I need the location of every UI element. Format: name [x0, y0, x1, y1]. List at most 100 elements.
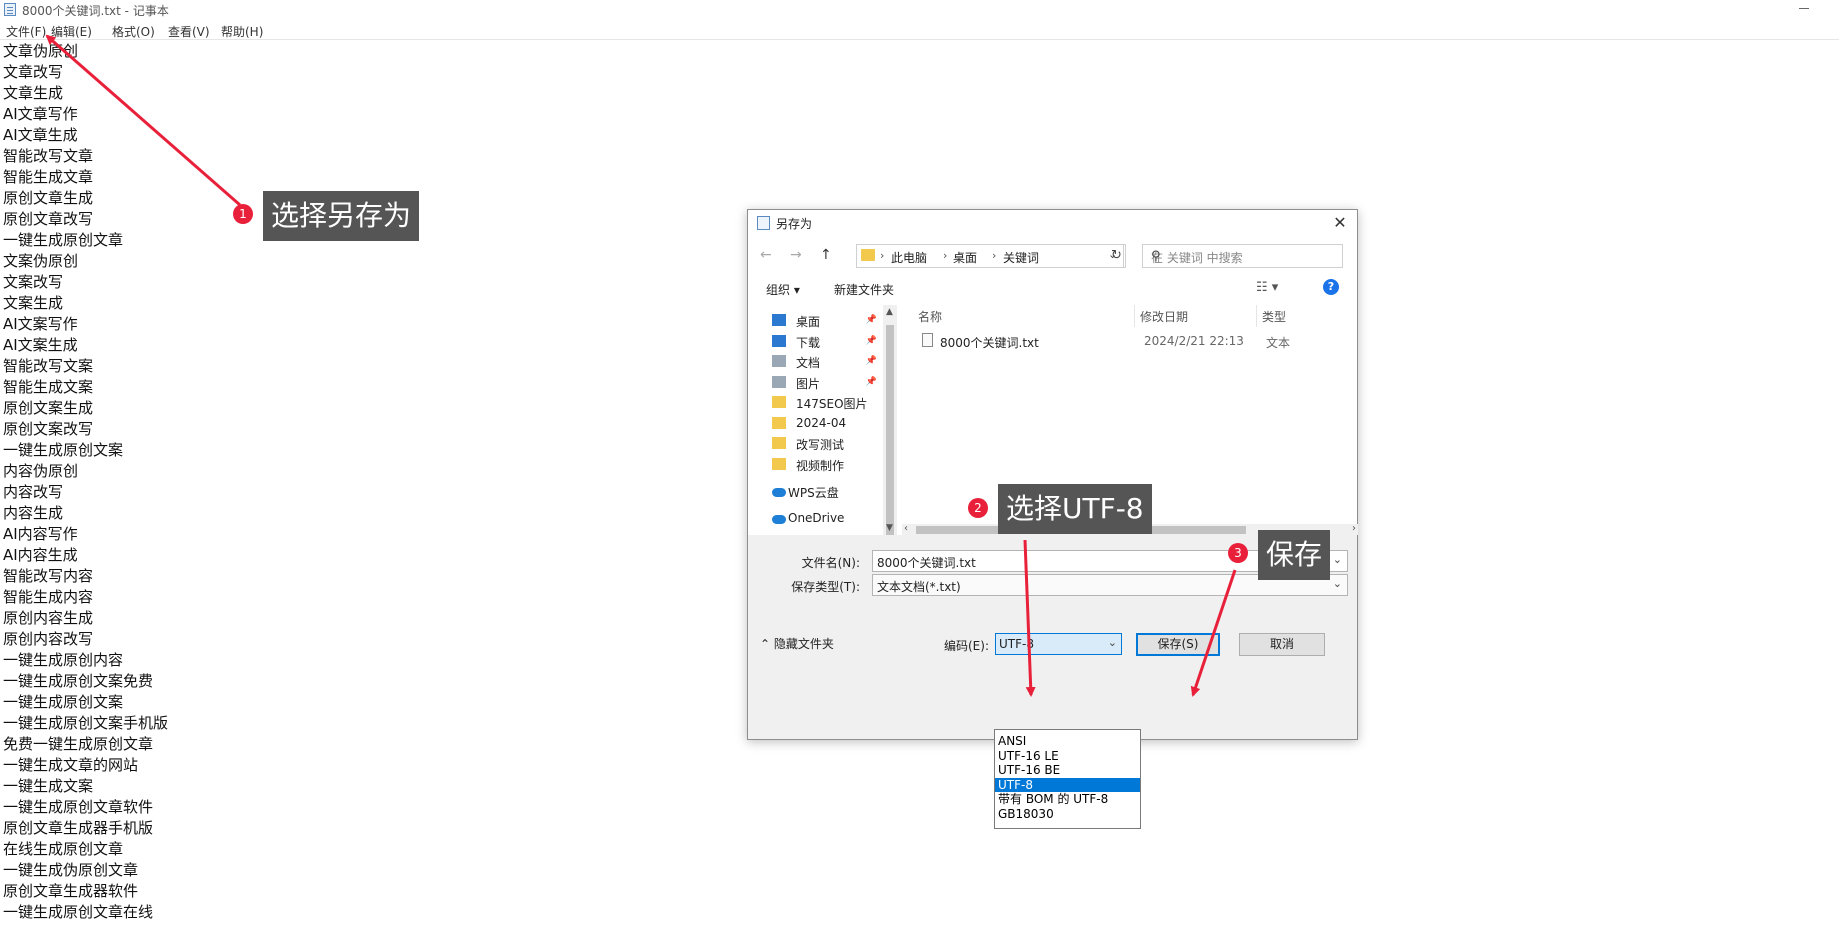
encoding-value: UTF-8: [999, 637, 1034, 651]
address-bar[interactable]: › 此电脑 › 桌面 › 关键词 ⌄: [856, 244, 1124, 268]
chevron-down-icon[interactable]: ⌄: [1108, 636, 1117, 649]
text-line: 智能改写文章: [3, 147, 94, 165]
notepad-titlebar: 8000个关键词.txt - 记事本: [0, 0, 1839, 20]
file-date: 2024/2/21 22:13: [1144, 334, 1244, 348]
help-icon[interactable]: ?: [1323, 279, 1339, 295]
chevron-down-icon[interactable]: ⌄: [1333, 577, 1342, 590]
encoding-label: 编码(E):: [944, 639, 989, 653]
nav-item[interactable]: 文档 📌: [750, 351, 883, 373]
desktop-icon: [772, 314, 786, 326]
encoding-option[interactable]: ANSI: [995, 734, 1140, 749]
encoding-option[interactable]: UTF-8: [995, 777, 1140, 793]
breadcrumb-desktop[interactable]: 桌面: [953, 249, 977, 266]
column-date[interactable]: 修改日期: [1140, 308, 1188, 325]
nav-item-label: WPS云盘: [788, 486, 839, 500]
encoding-option[interactable]: UTF-16 LE: [995, 749, 1140, 764]
column-name[interactable]: 名称: [918, 308, 942, 325]
nav-item[interactable]: 147SEO图片: [750, 392, 883, 414]
text-line: 原创文章生成器软件: [3, 882, 139, 900]
breadcrumb-this-pc[interactable]: 此电脑: [891, 249, 927, 266]
chevron-up-icon[interactable]: ▲: [886, 307, 893, 317]
encoding-option[interactable]: UTF-16 BE: [995, 763, 1140, 778]
nav-scrollbar-thumb[interactable]: [886, 325, 894, 535]
notepad-icon: [4, 3, 16, 16]
sort-up-icon: ⌃: [1020, 305, 1028, 311]
chevron-right-icon: ›: [943, 249, 948, 262]
nav-item-label: 桌面: [796, 315, 821, 329]
text-line: AI文章生成: [3, 126, 78, 144]
text-line: 文章生成: [3, 84, 64, 102]
chevron-right-icon[interactable]: ›: [1352, 523, 1356, 534]
filename-value: 8000个关键词.txt: [877, 556, 976, 570]
folder-icon: [772, 396, 786, 408]
menu-view[interactable]: 查看(V): [168, 23, 210, 40]
new-folder-button[interactable]: 新建文件夹: [834, 281, 894, 298]
menu-help[interactable]: 帮助(H): [221, 23, 263, 40]
text-line: 一键生成原创文章在线: [3, 903, 154, 921]
nav-item-label: 2024-04: [796, 416, 847, 430]
filetype-value: 文本文档(*.txt): [877, 580, 961, 594]
encoding-option[interactable]: GB18030: [995, 807, 1140, 822]
window-title: 8000个关键词.txt - 记事本: [22, 4, 169, 18]
search-icon[interactable]: ⚲: [1151, 249, 1336, 264]
nav-item[interactable]: WPS云盘: [750, 481, 883, 503]
pin-icon: 📌: [865, 336, 877, 346]
save-as-dialog: 另存为 ✕ ← → ↑ › 此电脑 › 桌面 › 关键词 ⌄ ↻ 在 关键词 中…: [747, 209, 1358, 740]
file-name: 8000个关键词.txt: [940, 336, 1039, 350]
folder-icon: [861, 249, 875, 261]
document-icon: [772, 355, 786, 367]
chevron-left-icon[interactable]: ‹: [904, 523, 908, 534]
breadcrumb-keywords[interactable]: 关键词: [1003, 249, 1039, 266]
minimize-icon[interactable]: [1799, 8, 1809, 9]
menu-format[interactable]: 格式(O): [112, 23, 155, 40]
text-line: 文章改写: [3, 63, 64, 81]
chevron-up-icon: ⌃: [760, 637, 774, 651]
view-options-icon[interactable]: ☷ ▾: [1256, 280, 1278, 295]
text-line: 原创文章生成器手机版: [3, 819, 154, 837]
file-row[interactable]: 8000个关键词.txt 2024/2/21 22:13 文本: [902, 329, 1358, 353]
nav-item-label: 视频制作: [796, 459, 845, 473]
menu-file[interactable]: 文件(F): [6, 23, 46, 40]
filetype-label: 保存类型(T):: [791, 580, 860, 594]
forward-icon[interactable]: →: [790, 247, 802, 263]
column-type[interactable]: 类型: [1262, 308, 1286, 325]
cloud-icon: [772, 515, 786, 524]
pin-icon: 📌: [865, 356, 877, 366]
callout-save-as: 选择另存为: [263, 191, 420, 241]
save-button[interactable]: 保存(S): [1136, 633, 1220, 656]
pin-icon: 📌: [865, 315, 877, 325]
encoding-select[interactable]: UTF-8 ⌄: [995, 633, 1122, 655]
nav-item[interactable]: 下载 📌: [750, 331, 883, 353]
nav-item[interactable]: 改写测试: [750, 433, 883, 455]
column-divider[interactable]: [1256, 305, 1257, 327]
back-icon[interactable]: ←: [760, 247, 772, 263]
search-input[interactable]: 在 关键词 中搜索 ⚲: [1142, 244, 1343, 268]
dialog-title: 另存为: [776, 217, 813, 231]
cloud-icon: [772, 488, 786, 497]
nav-item-label: 147SEO图片: [796, 397, 868, 411]
folder-icon: [772, 458, 786, 470]
hide-folders-label: 隐藏文件夹: [773, 637, 834, 651]
file-type: 文本: [1266, 336, 1291, 350]
menu-edit[interactable]: 编辑(E): [51, 23, 92, 40]
organize-menu[interactable]: 组织 ▾: [766, 281, 800, 298]
text-line: 一键生成文案: [3, 777, 94, 795]
nav-item[interactable]: 桌面 📌: [750, 310, 883, 332]
nav-item[interactable]: 图片 📌: [750, 372, 883, 394]
hide-folders-toggle[interactable]: ⌃ 隐藏文件夹: [760, 635, 834, 652]
refresh-icon[interactable]: ↻: [1108, 244, 1126, 268]
text-line: 在线生成原创文章: [3, 840, 124, 858]
chevron-down-icon[interactable]: ⌄: [1333, 553, 1342, 566]
nav-item[interactable]: 视频制作: [750, 454, 883, 476]
nav-item[interactable]: 2024-04: [750, 413, 883, 435]
text-line: 一键生成原创文章软件: [3, 798, 154, 816]
encoding-option[interactable]: 带有 BOM 的 UTF-8: [995, 792, 1140, 807]
close-icon[interactable]: ✕: [1329, 212, 1351, 234]
nav-item-label: 文档: [796, 356, 821, 370]
up-icon[interactable]: ↑: [820, 247, 832, 263]
navigation-pane: 桌面 📌 下载 📌 文档 📌 图片 📌 147SEO图片 2024-04 改写测试 视频制作 WPS云盘…: [750, 305, 883, 535]
nav-item[interactable]: OneDrive: [750, 508, 883, 530]
cancel-button[interactable]: 取消: [1239, 633, 1325, 656]
chevron-down-icon[interactable]: ▼: [886, 523, 893, 533]
column-divider[interactable]: [1134, 305, 1135, 327]
